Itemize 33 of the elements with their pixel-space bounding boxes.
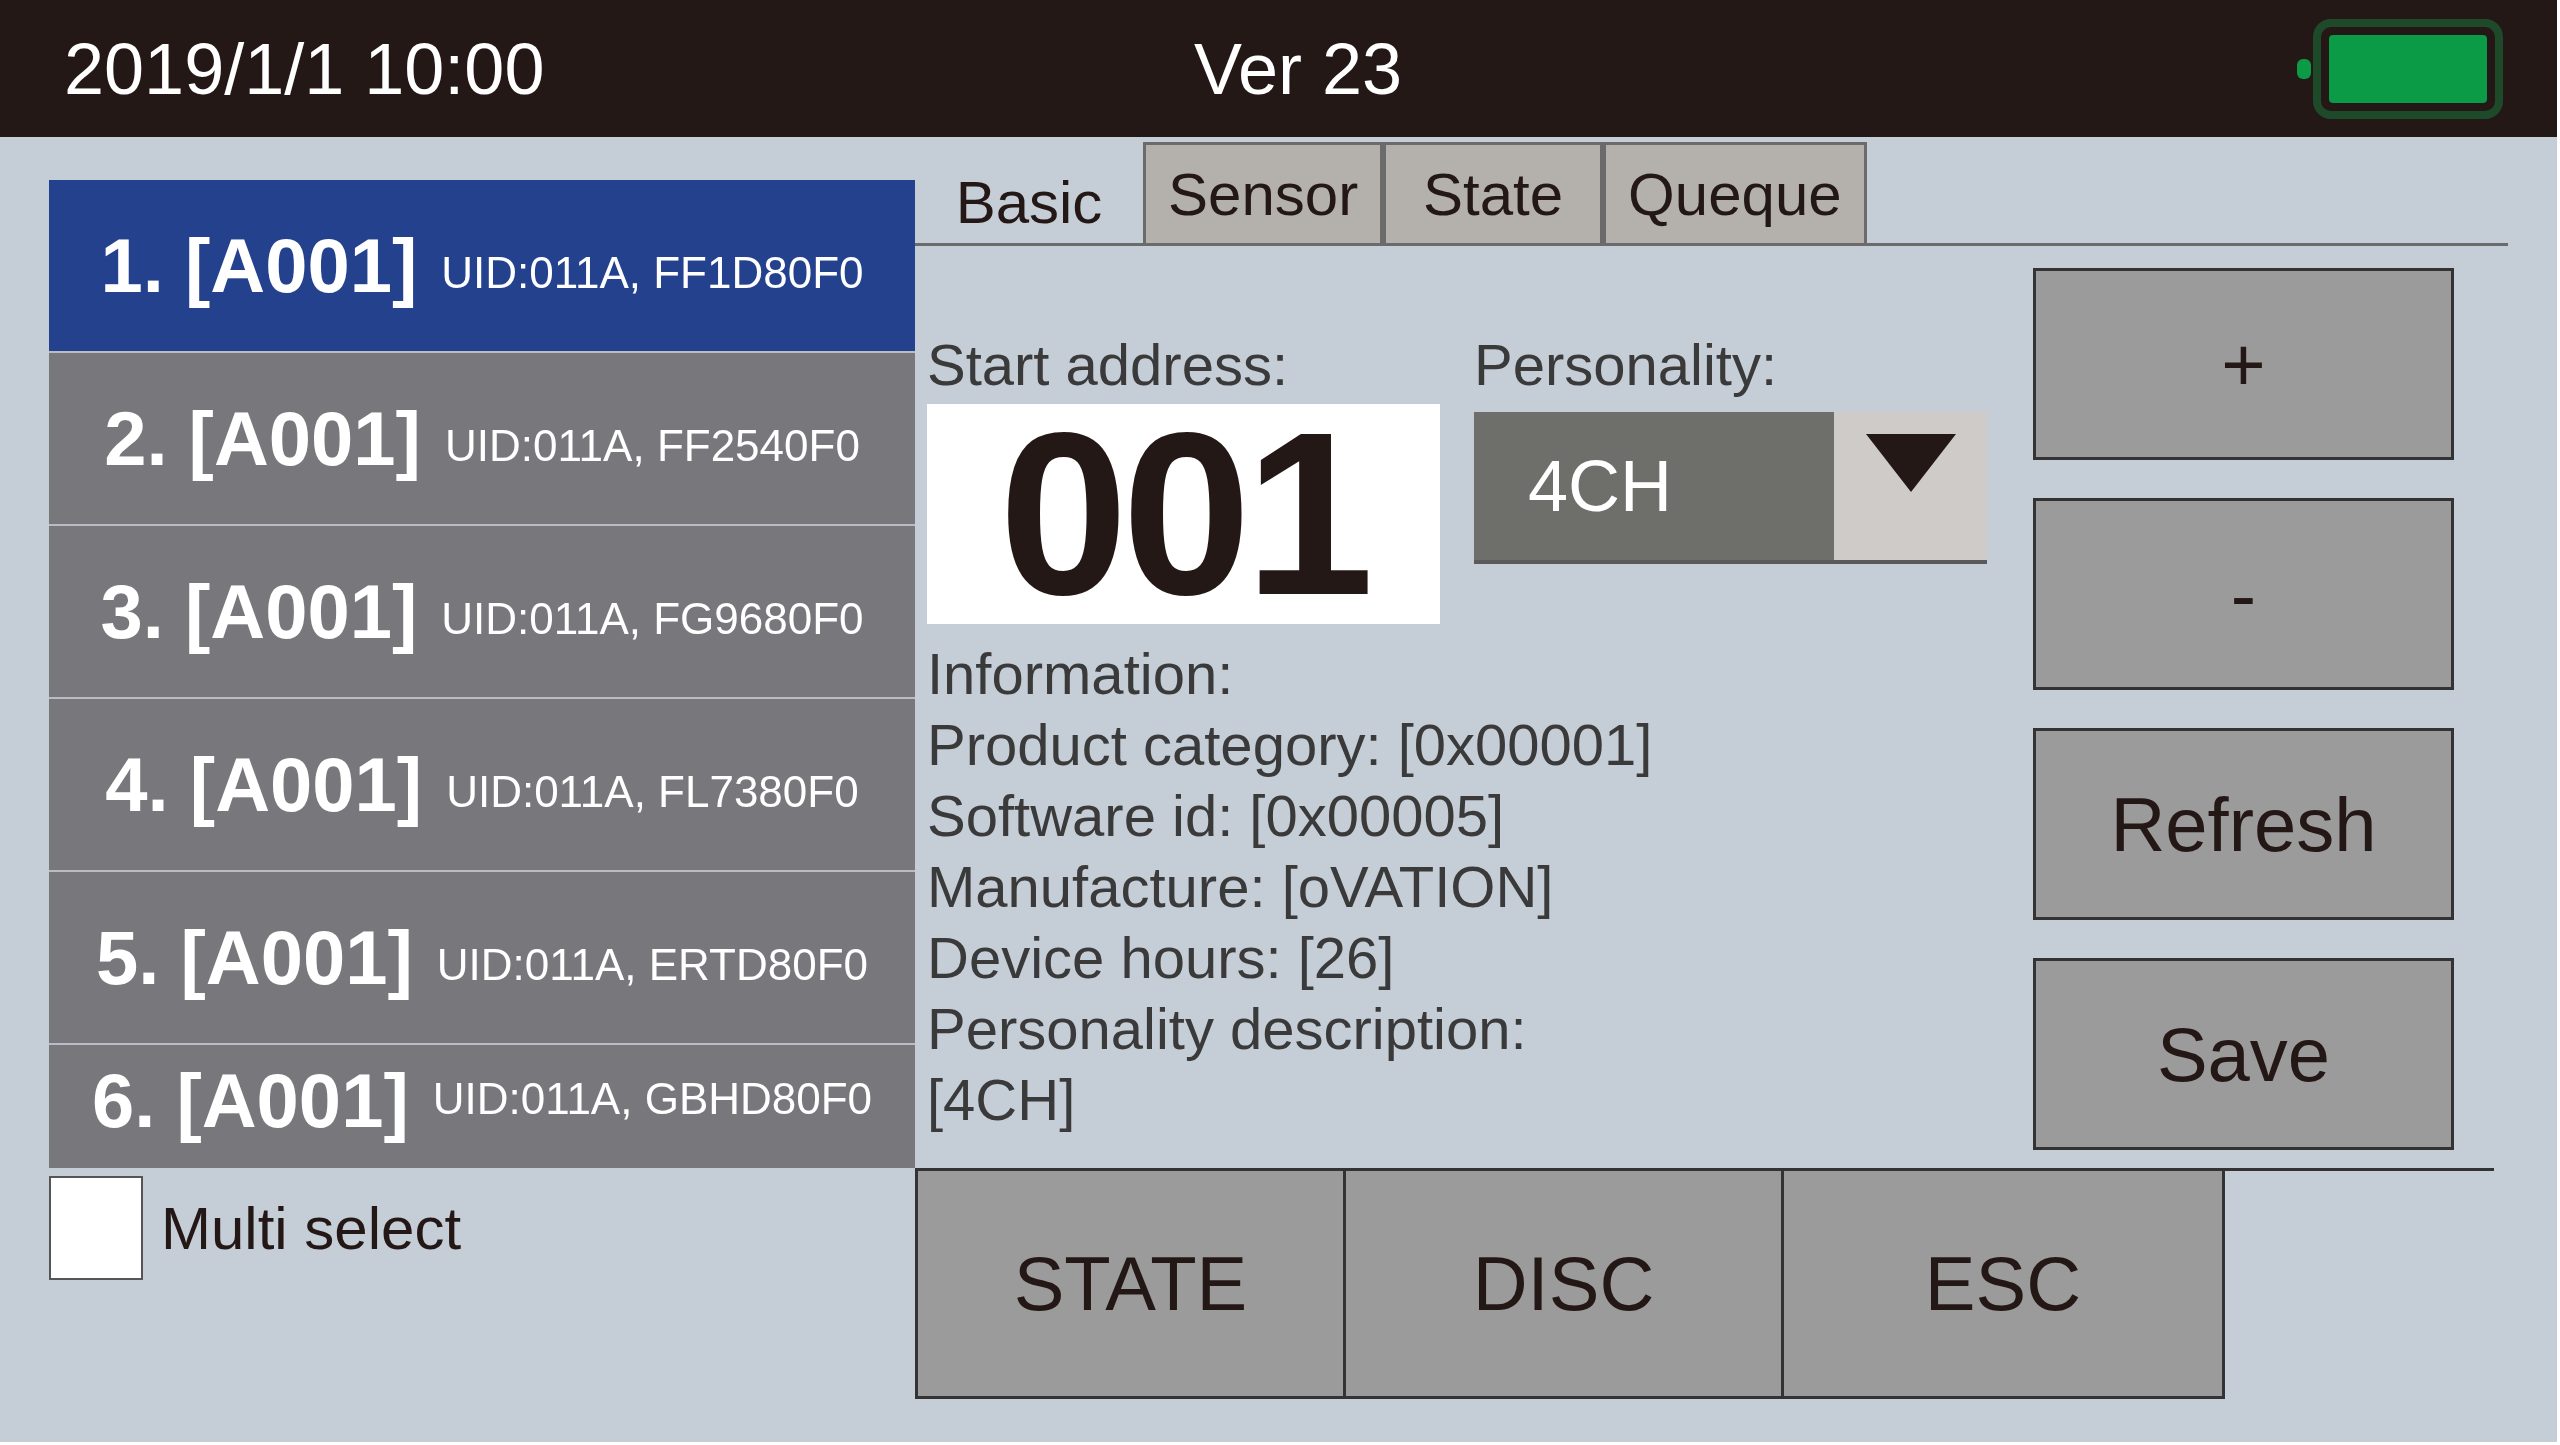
device-list-item[interactable]: 6. [A001] UID:011A, GBHD80F0 [49, 1045, 915, 1168]
multi-select-label: Multi select [161, 1193, 462, 1263]
multi-select-checkbox[interactable] [49, 1176, 143, 1280]
device-list-item[interactable]: 5. [A001] UID:011A, ERTD80F0 [49, 872, 915, 1045]
device-list-item[interactable]: 2. [A001] UID:011A, FF2540F0 [49, 353, 915, 526]
information-text: Software id: [0x00005] [927, 782, 1506, 850]
personality-label: Personality: [1474, 334, 1779, 396]
tab[interactable]: Queque [1603, 142, 1867, 243]
information-text: Manufacture: [oVATION] [927, 853, 1555, 921]
side-button[interactable]: - [2033, 498, 2454, 690]
information-text: Product category: [0x00001] [927, 711, 1654, 779]
version-text: Ver 23 [1194, 27, 1404, 110]
battery-icon [2297, 18, 2503, 119]
information-text: Information: [927, 640, 1235, 708]
tab[interactable]: Sensor [1143, 142, 1384, 243]
side-button[interactable]: Refresh [2033, 728, 2454, 920]
bottom-button[interactable]: STATE [915, 1171, 1346, 1399]
device-list-item[interactable]: 1. [A001] UID:011A, FF1D80F0 [49, 180, 915, 353]
datetime-text: 2019/1/1 10:00 [64, 27, 546, 110]
information-text: Personality description: [927, 995, 1528, 1063]
bottom-button[interactable]: ESC [1784, 1171, 2225, 1399]
tab[interactable]: State [1383, 142, 1604, 243]
dropdown-arrow-icon [1865, 434, 1956, 492]
device-list-item[interactable]: 4. [A001] UID:011A, FL7380F0 [49, 699, 915, 872]
side-button[interactable]: Save [2033, 958, 2454, 1150]
device-list-item[interactable]: 3. [A001] UID:011A, FG9680F0 [49, 526, 915, 699]
tab[interactable]: Basic [915, 142, 1143, 243]
information-text: [4CH] [927, 1066, 1077, 1134]
start-address-label: Start address: [927, 334, 1290, 396]
information-text: Device hours: [26] [927, 924, 1396, 992]
start-address-field[interactable]: 001 [927, 404, 1440, 624]
bottom-button[interactable]: DISC [1346, 1171, 1784, 1399]
side-button[interactable]: + [2033, 268, 2454, 460]
